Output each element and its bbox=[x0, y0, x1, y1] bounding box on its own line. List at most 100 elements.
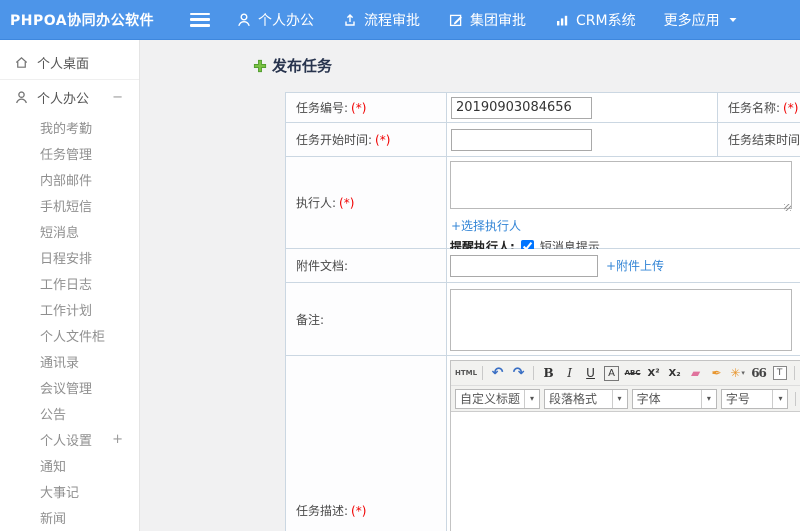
subscript-icon[interactable]: X₂ bbox=[665, 364, 684, 383]
sidebar-item-16[interactable]: 大事记 bbox=[0, 478, 139, 504]
source-code-icon[interactable]: HTML bbox=[455, 364, 477, 383]
description-label: 任务描述: (*) bbox=[286, 356, 447, 531]
select-label: 字号 bbox=[725, 392, 750, 406]
nav-item-4[interactable]: 更多应用 bbox=[664, 10, 738, 30]
sidebar-item-0[interactable]: 个人桌面 bbox=[0, 46, 139, 80]
nav-item-0[interactable]: 个人办公 bbox=[236, 10, 314, 30]
sidebar-item-15[interactable]: 通知 bbox=[0, 452, 139, 478]
attachment-cell: +附件上传 bbox=[447, 249, 800, 283]
sidebar-item-9[interactable]: 工作计划 bbox=[0, 296, 139, 322]
sidebar-item-2[interactable]: 我的考勤 bbox=[0, 114, 139, 140]
editor-toolbar-row2: 自定义标题 ▾ 段落格式 ▾ 字体 ▾ 字号 ▾ bbox=[451, 386, 800, 412]
top-nav: 个人办公 流程审批 集团审批 CRM系统 更多应用 bbox=[236, 10, 738, 30]
font-name-icon[interactable]: A bbox=[602, 364, 621, 383]
start-time-input[interactable] bbox=[451, 128, 592, 151]
select-label: 字体 bbox=[636, 392, 661, 406]
underline-icon[interactable]: U bbox=[581, 364, 600, 383]
caret-down-icon: ▾ bbox=[700, 389, 716, 408]
sidebar-item-6[interactable]: 短消息 bbox=[0, 218, 139, 244]
add-icon bbox=[253, 59, 267, 72]
strikethrough-icon[interactable]: ABC bbox=[623, 364, 642, 383]
start-time-label: 任务开始时间: (*) bbox=[286, 123, 447, 157]
sidebar-item-14[interactable]: 个人设置 + bbox=[0, 426, 139, 452]
collapse-icon[interactable]: − bbox=[112, 90, 123, 105]
attachment-input[interactable] bbox=[450, 254, 598, 277]
sidebar-item-13[interactable]: 公告 bbox=[0, 400, 139, 426]
expand-icon[interactable]: + bbox=[112, 432, 123, 447]
chart-icon bbox=[557, 15, 568, 25]
main-content: 发布任务 任务编号:(*) 任务名称:(*) 任务开始时间:(*) 任务结束时间… bbox=[140, 40, 800, 531]
editor-toolbar-row1: HTML↶↷BIUAABCX²X₂▰✒✳▾66TA▾ bbox=[451, 361, 800, 386]
sidebar-item-label: 新闻 bbox=[40, 511, 67, 527]
sidebar-item-4[interactable]: 内部邮件 bbox=[0, 166, 139, 192]
caret-down-icon bbox=[729, 17, 737, 22]
caret-down-icon: ▾ bbox=[611, 389, 627, 408]
choose-executor-link[interactable]: +选择执行人 bbox=[451, 217, 521, 234]
executor-cell: +选择执行人 提醒执行人: 短消息提示 bbox=[447, 157, 800, 254]
sidebar-item-label: 工作计划 bbox=[40, 303, 93, 319]
toolbar-separator bbox=[482, 366, 484, 380]
sidebar-item-label: 手机短信 bbox=[40, 199, 93, 215]
font-family-select[interactable]: 字体 ▾ bbox=[631, 388, 717, 409]
sidebar-item-10[interactable]: 个人文件柜 bbox=[0, 322, 139, 348]
description-cell: HTML↶↷BIUAABCX²X₂▰✒✳▾66TA▾ 自定义标题▾段落格式▾字体… bbox=[447, 356, 800, 531]
nav-item-2[interactable]: 集团审批 bbox=[448, 10, 526, 30]
attachment-upload-link[interactable]: +附件上传 bbox=[606, 257, 664, 274]
home-icon bbox=[15, 56, 28, 68]
highlight-icon[interactable]: ✳ ▾ bbox=[728, 364, 747, 383]
sidebar-item-1[interactable]: 个人办公 − bbox=[0, 80, 139, 114]
end-time-label: 任务结束时间:(*) bbox=[718, 123, 800, 157]
font-size-select[interactable]: 字号 ▾ bbox=[720, 388, 789, 409]
format-brush-icon[interactable]: ✒ bbox=[707, 364, 726, 383]
nav-item-label: 集团审批 bbox=[470, 12, 526, 29]
quote-icon[interactable]: 66 bbox=[749, 364, 768, 383]
sidebar-item-label: 个人文件柜 bbox=[40, 329, 106, 345]
remark-textarea[interactable] bbox=[450, 289, 792, 351]
remark-label: 备注: bbox=[286, 283, 447, 356]
eraser-icon[interactable]: ▰ bbox=[686, 364, 705, 383]
app-logo[interactable]: PHPOA协同办公软件 bbox=[0, 10, 182, 30]
bold-icon[interactable]: B bbox=[539, 364, 558, 383]
editor-content-area[interactable] bbox=[451, 412, 800, 531]
sidebar-item-label: 会议管理 bbox=[40, 381, 93, 397]
sidebar-item-label: 任务管理 bbox=[40, 147, 93, 163]
task-name-label: 任务名称: (*) bbox=[718, 93, 800, 123]
nav-item-1[interactable]: 流程审批 bbox=[342, 10, 420, 30]
superscript-icon[interactable]: X² bbox=[644, 364, 663, 383]
sidebar-item-5[interactable]: 手机短信 bbox=[0, 192, 139, 218]
start-time-cell bbox=[447, 123, 718, 157]
sidebar-item-label: 短消息 bbox=[40, 225, 80, 241]
sidebar-item-8[interactable]: 工作日志 bbox=[0, 270, 139, 296]
nav-item-label: CRM系统 bbox=[576, 12, 636, 29]
italic-icon[interactable]: I bbox=[560, 364, 579, 383]
sidebar-item-12[interactable]: 会议管理 bbox=[0, 374, 139, 400]
paragraph-format-select[interactable]: 段落格式 ▾ bbox=[544, 388, 628, 409]
top-header: PHPOA协同办公软件 个人办公 流程审批 集团审批 CRM系统 更多应用 bbox=[0, 0, 800, 40]
redo-icon[interactable]: ↷ bbox=[509, 364, 528, 383]
sidebar-item-11[interactable]: 通讯录 bbox=[0, 348, 139, 374]
sidebar-item-3[interactable]: 任务管理 bbox=[0, 140, 139, 166]
user-icon bbox=[238, 13, 250, 26]
toolbar-separator bbox=[794, 366, 796, 380]
toolbar-separator bbox=[533, 366, 535, 380]
sidebar-item-label: 内部邮件 bbox=[40, 173, 93, 189]
caret-down-icon: ▾ bbox=[524, 389, 539, 408]
sidebar-item-label: 个人桌面 bbox=[37, 57, 90, 72]
undo-icon[interactable]: ↶ bbox=[488, 364, 507, 383]
sidebar-item-label: 我的考勤 bbox=[40, 121, 93, 137]
task-no-cell bbox=[447, 93, 718, 123]
task-no-input[interactable] bbox=[451, 96, 592, 119]
rich-text-editor: HTML↶↷BIUAABCX²X₂▰✒✳▾66TA▾ 自定义标题▾段落格式▾字体… bbox=[450, 360, 800, 531]
task-no-label: 任务编号: (*) bbox=[286, 93, 447, 123]
sidebar-item-17[interactable]: 新闻 bbox=[0, 504, 139, 530]
menu-toggle-icon[interactable] bbox=[190, 12, 210, 27]
paste-text-icon[interactable]: T bbox=[770, 364, 789, 383]
select-label: 段落格式 bbox=[549, 392, 598, 406]
nav-item-3[interactable]: CRM系统 bbox=[554, 10, 636, 30]
custom-title-select[interactable]: 自定义标题 ▾ bbox=[455, 388, 541, 409]
sidebar-item-7[interactable]: 日程安排 bbox=[0, 244, 139, 270]
executor-textarea[interactable] bbox=[450, 161, 792, 209]
remark-cell bbox=[447, 283, 800, 356]
caret-down-icon: ▾ bbox=[772, 389, 787, 408]
sidebar-item-label: 工作日志 bbox=[40, 277, 93, 293]
